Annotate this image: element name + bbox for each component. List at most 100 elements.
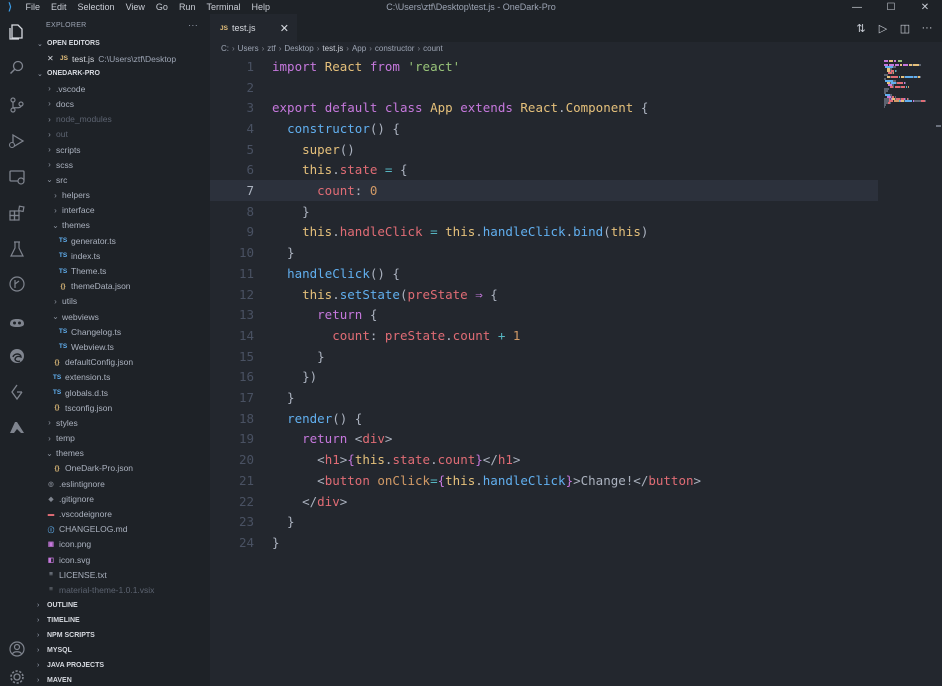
menu-item-view[interactable]: View xyxy=(120,2,150,12)
source-control-icon[interactable] xyxy=(0,93,33,117)
code-line[interactable]: 7 count: 0 xyxy=(210,180,878,201)
tree-folder[interactable]: › node_modules xyxy=(33,112,210,127)
code-line[interactable]: 3 export default class App extends React.… xyxy=(210,97,942,118)
tree-file[interactable]: ◆ .gitignore xyxy=(33,491,210,506)
menu-item-help[interactable]: Help xyxy=(246,2,276,12)
tree-file[interactable]: ◧ icon.svg xyxy=(33,552,210,567)
code-line[interactable]: 9 this.handleClick = this.handleClick.bi… xyxy=(210,222,942,243)
testing-icon[interactable] xyxy=(0,237,33,261)
explorer-icon[interactable] xyxy=(0,20,33,44)
code-editor[interactable]: 1 import React from 'react' 2 3 export defau… xyxy=(210,56,942,686)
tree-folder[interactable]: › docs xyxy=(33,96,210,111)
github-copilot-icon[interactable] xyxy=(0,310,33,334)
run-file-icon[interactable]: ▷ xyxy=(872,22,894,35)
compare-changes-icon[interactable]: ⇅ xyxy=(850,22,872,35)
breadcrumb-item[interactable]: C: xyxy=(221,44,229,53)
section-java-projects[interactable]: › JAVA PROJECTS xyxy=(33,658,210,673)
tree-file[interactable]: ⓘ CHANGELOG.md xyxy=(33,522,210,537)
code-line[interactable]: 24} xyxy=(210,532,942,553)
code-line[interactable]: 1 import React from 'react' xyxy=(210,56,942,77)
code-line[interactable]: 20 <h1>{this.state.count}</h1> xyxy=(210,449,942,470)
tree-folder[interactable]: ⌄ src xyxy=(33,172,210,187)
tree-file[interactable]: ◎ .eslintignore xyxy=(33,476,210,491)
code-line[interactable]: 15 } xyxy=(210,346,942,367)
code-line[interactable]: 4 constructor() { xyxy=(210,118,942,139)
azure-icon[interactable] xyxy=(0,416,33,440)
menu-item-file[interactable]: File xyxy=(20,2,46,12)
tree-folder[interactable]: › .vscode xyxy=(33,81,210,96)
gitlens-icon[interactable] xyxy=(0,272,33,296)
breadcrumb-item[interactable]: Desktop xyxy=(284,44,313,53)
tree-file[interactable]: {} themeData.json xyxy=(33,279,210,294)
minimap[interactable] xyxy=(878,56,942,116)
tree-file[interactable]: {} defaultConfig.json xyxy=(33,355,210,370)
scrollbar-marker[interactable] xyxy=(936,125,941,127)
code-line[interactable]: 2 xyxy=(210,77,942,98)
tree-folder[interactable]: ⌄ themes xyxy=(33,446,210,461)
tree-file[interactable]: ≡ material-theme-1.0.1.vsix xyxy=(33,582,210,597)
code-line[interactable]: 21 <button onClick={this.handleClick}>Ch… xyxy=(210,470,942,491)
code-line[interactable]: 14 count: preState.count + 1 xyxy=(210,325,942,346)
menu-item-go[interactable]: Go xyxy=(150,2,173,12)
section-maven[interactable]: › MAVEN xyxy=(33,673,210,686)
open-editor-item[interactable]: ✕ JS test.js C:\Users\ztf\Desktop xyxy=(33,51,210,66)
menu-item-terminal[interactable]: Terminal xyxy=(201,2,246,12)
code-line[interactable]: 6 this.state = { xyxy=(210,160,942,181)
tree-file[interactable]: TS Webview.ts xyxy=(33,339,210,354)
tree-folder[interactable]: › scss xyxy=(33,157,210,172)
settings-icon[interactable] xyxy=(0,665,33,686)
code-line[interactable]: 22 </div> xyxy=(210,491,942,512)
breadcrumb-item[interactable]: App xyxy=(352,44,366,53)
tree-folder[interactable]: › out xyxy=(33,127,210,142)
tree-folder[interactable]: ⌄ themes xyxy=(33,218,210,233)
breadcrumb-item[interactable]: count xyxy=(423,44,443,53)
breadcrumb-item[interactable]: test.js xyxy=(322,44,343,53)
tree-folder[interactable]: › utils xyxy=(33,294,210,309)
breadcrumb-item[interactable]: Users xyxy=(238,44,259,53)
search-icon[interactable] xyxy=(0,56,33,80)
code-line[interactable]: 19 return <div> xyxy=(210,429,942,450)
minimize-button[interactable]: — xyxy=(840,0,874,14)
code-line[interactable]: 17 } xyxy=(210,387,942,408)
tree-file[interactable]: {} OneDark-Pro.json xyxy=(33,461,210,476)
tree-folder[interactable]: › temp xyxy=(33,431,210,446)
git-graph-icon[interactable] xyxy=(0,380,33,404)
open-editors-section[interactable]: ⌄ OPEN EDITORS xyxy=(33,36,210,51)
split-editor-icon[interactable]: ◫ xyxy=(894,22,916,35)
close-editor-icon[interactable]: ✕ xyxy=(47,54,58,63)
code-line[interactable]: 8 } xyxy=(210,201,942,222)
section-npm-scripts[interactable]: › NPM SCRIPTS xyxy=(33,628,210,643)
breadcrumb-item[interactable]: constructor xyxy=(375,44,415,53)
tree-file[interactable]: TS index.ts xyxy=(33,248,210,263)
tree-file[interactable]: ▬ .vscodeignore xyxy=(33,506,210,521)
edge-devtools-icon[interactable] xyxy=(0,344,33,368)
tree-file[interactable]: TS Theme.ts xyxy=(33,263,210,278)
tree-file[interactable]: ≡ LICENSE.txt xyxy=(33,567,210,582)
menu-item-edit[interactable]: Edit xyxy=(46,2,73,12)
account-icon[interactable] xyxy=(0,637,33,661)
code-line[interactable]: 5 super() xyxy=(210,139,942,160)
tree-file[interactable]: ▣ icon.png xyxy=(33,537,210,552)
extensions-icon[interactable] xyxy=(0,201,33,225)
code-line[interactable]: 11 handleClick() { xyxy=(210,263,942,284)
code-line[interactable]: 12 this.setState(preState ⇒ { xyxy=(210,284,942,305)
explorer-more-button[interactable]: ··· xyxy=(188,20,198,30)
tree-file[interactable]: TS generator.ts xyxy=(33,233,210,248)
run-debug-icon[interactable] xyxy=(0,129,33,153)
breadcrumb-item[interactable]: ztf xyxy=(267,44,275,53)
project-section[interactable]: ⌄ ONEDARK-PRO xyxy=(33,66,210,81)
tree-folder[interactable]: › interface xyxy=(33,203,210,218)
remote-explorer-icon[interactable] xyxy=(0,165,33,189)
code-line[interactable]: 23 } xyxy=(210,511,942,532)
tree-folder[interactable]: › helpers xyxy=(33,188,210,203)
tree-file[interactable]: TS Changelog.ts xyxy=(33,324,210,339)
tree-file[interactable]: TS extension.ts xyxy=(33,370,210,385)
maximize-button[interactable]: ☐ xyxy=(874,0,908,14)
tree-folder[interactable]: › styles xyxy=(33,415,210,430)
code-line[interactable]: 16 }) xyxy=(210,367,942,388)
code-line[interactable]: 13 return { xyxy=(210,304,942,325)
close-tab-icon[interactable]: ✕ xyxy=(280,22,289,35)
tree-folder[interactable]: ⌄ webviews xyxy=(33,309,210,324)
tree-folder[interactable]: › scripts xyxy=(33,142,210,157)
section-mysql[interactable]: › MYSQL xyxy=(33,643,210,658)
